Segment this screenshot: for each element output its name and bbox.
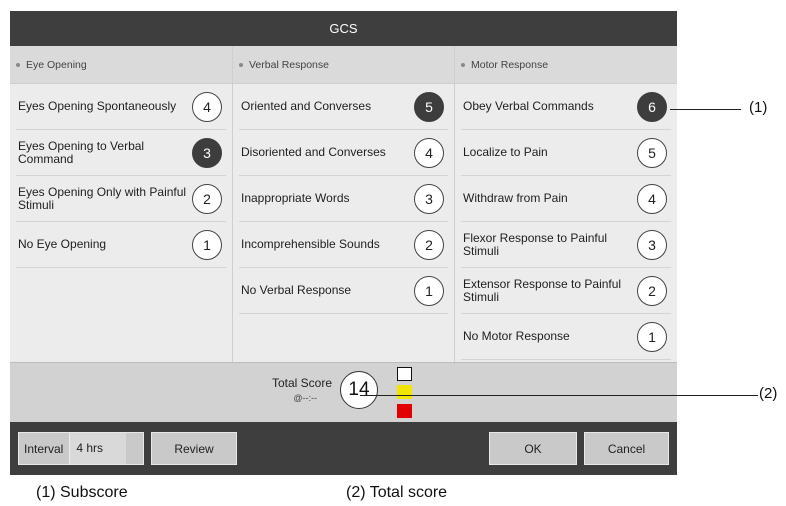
cancel-button[interactable]: Cancel: [584, 432, 669, 465]
option-row[interactable]: Eyes Opening Only with Painful Stimuli 2: [16, 176, 226, 222]
option-row[interactable]: Extensor Response to Painful Stimuli 2: [461, 268, 671, 314]
score-button[interactable]: 4: [637, 183, 667, 214]
score-button[interactable]: 5: [414, 91, 444, 122]
interval-value[interactable]: 4 hrs: [69, 433, 127, 464]
score-button[interactable]: 1: [414, 275, 444, 306]
score-button[interactable]: 6: [637, 91, 667, 122]
option-row[interactable]: Oriented and Converses 5: [239, 84, 448, 130]
option-row[interactable]: Inappropriate Words 3: [239, 176, 448, 222]
callout-label-1: (1): [749, 99, 768, 116]
score-button[interactable]: 2: [414, 229, 444, 260]
indicator-yellow: [397, 385, 412, 399]
option-label: Eyes Opening Only with Painful Stimuli: [18, 184, 187, 212]
score-button[interactable]: 4: [414, 137, 444, 168]
total-score-area: Total Score @--:-- 14: [10, 362, 677, 423]
column-header: Eye Opening: [10, 46, 232, 84]
interval-button[interactable]: Interval 4 hrs: [18, 432, 144, 465]
button-bar: Interval 4 hrs Review OK Cancel: [10, 422, 677, 475]
motor-response-column: Motor Response Obey Verbal Commands 6 Loca…: [455, 46, 677, 362]
verbal-response-column: Verbal Response Oriented and Converses 5 D…: [233, 46, 454, 362]
option-label: No Eye Opening: [18, 237, 107, 251]
option-label: No Verbal Response: [241, 283, 352, 297]
total-score-value: 14: [340, 371, 378, 409]
option-label: Incomprehensible Sounds: [241, 237, 380, 251]
callout-line-2: [360, 395, 758, 396]
ok-button[interactable]: OK: [489, 432, 577, 465]
option-row[interactable]: Flexor Response to Painful Stimuli 3: [461, 222, 671, 268]
option-label: Withdraw from Pain: [463, 191, 568, 205]
score-button[interactable]: 2: [637, 275, 667, 306]
score-button[interactable]: 3: [192, 137, 222, 168]
eye-opening-column: Eye Opening Eyes Opening Spontaneously 4 E…: [10, 46, 232, 362]
column-header: Verbal Response: [233, 46, 454, 84]
total-score-time: @--:--: [293, 393, 317, 403]
review-button[interactable]: Review: [151, 432, 237, 465]
option-row[interactable]: No Eye Opening 1: [16, 222, 226, 268]
option-row[interactable]: No Verbal Response 1: [239, 268, 448, 314]
score-button[interactable]: 3: [637, 229, 667, 260]
option-row[interactable]: Disoriented and Converses 4: [239, 130, 448, 176]
dialog-title: GCS: [10, 11, 677, 46]
option-label: No Motor Response: [463, 329, 570, 343]
option-label: Oriented and Converses: [241, 99, 372, 113]
option-label: Obey Verbal Commands: [463, 99, 594, 113]
score-button[interactable]: 4: [192, 91, 222, 122]
score-button[interactable]: 2: [192, 183, 222, 214]
score-button[interactable]: 1: [192, 229, 222, 260]
option-row[interactable]: No Motor Response 1: [461, 314, 671, 360]
caption-total-score: (2) Total score: [346, 484, 448, 501]
caption-subscore: (1) Subscore: [36, 484, 128, 501]
total-score-label: Total Score: [271, 376, 332, 390]
option-label: Localize to Pain: [463, 145, 548, 159]
option-label: Extensor Response to Painful Stimuli: [463, 276, 622, 304]
score-button[interactable]: 5: [637, 137, 667, 168]
option-label: Eyes Opening Spontaneously: [18, 99, 177, 113]
bullet-icon: [239, 62, 243, 67]
option-row[interactable]: Eyes Opening to Verbal Command 3: [16, 130, 226, 176]
callout-line-1: [670, 109, 741, 110]
bullet-icon: [461, 62, 465, 67]
option-row[interactable]: Obey Verbal Commands 6: [461, 84, 671, 130]
option-label: Flexor Response to Painful Stimuli: [463, 230, 608, 258]
option-row[interactable]: Withdraw from Pain 4: [461, 176, 671, 222]
option-row[interactable]: Incomprehensible Sounds 2: [239, 222, 448, 268]
gcs-dialog: GCS Eye Opening Eyes Opening Spontaneous…: [10, 11, 677, 475]
score-button[interactable]: 1: [637, 321, 667, 352]
callout-label-2: (2): [759, 385, 778, 402]
indicator-white: [397, 367, 412, 381]
indicator-red: [397, 404, 412, 418]
option-row[interactable]: Eyes Opening Spontaneously 4: [16, 84, 226, 130]
column-header: Motor Response: [455, 46, 677, 84]
option-label: Disoriented and Converses: [241, 145, 386, 159]
option-row[interactable]: Localize to Pain 5: [461, 130, 671, 176]
bullet-icon: [16, 62, 20, 67]
score-button[interactable]: 3: [414, 183, 444, 214]
option-label: Inappropriate Words: [241, 191, 350, 205]
option-label: Eyes Opening to Verbal Command: [18, 138, 145, 166]
